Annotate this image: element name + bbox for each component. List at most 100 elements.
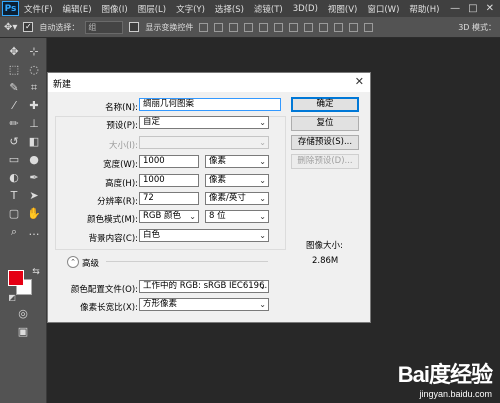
menu-view[interactable]: 视图(V) [323,3,362,15]
color-mode-value: RGB 颜色 [143,211,182,221]
pixel-aspect-ratio-value: 方形像素 [143,299,178,309]
reset-button[interactable]: 复位 [291,116,359,131]
align-middle-icon[interactable] [214,22,224,32]
color-mode-dropdown[interactable]: RGB 颜色 ⌄ [139,210,199,223]
chevron-down-icon: ⌄ [259,138,266,147]
save-preset-button[interactable]: 存储预设(S)... [291,135,359,150]
rectangle-tool-icon[interactable]: ▢ [6,206,22,222]
align-top-icon[interactable] [199,22,209,32]
menu-3d[interactable]: 3D(D) [288,4,323,14]
menu-image[interactable]: 图像(I) [97,3,133,15]
auto-select-checkbox[interactable]: ✓ [23,22,34,32]
width-unit-dropdown[interactable]: 像素 ⌄ [205,155,269,168]
dialog-titlebar: 新建 ✕ [48,73,370,92]
distribute-middle-icon[interactable] [304,22,314,32]
name-input[interactable]: 绸丽几何图案 [139,98,281,111]
menu-edit[interactable]: 编辑(E) [58,3,97,15]
clone-stamp-tool-icon[interactable]: ⊥ [26,116,42,132]
width-input[interactable]: 1000 [139,155,199,168]
crop-tool-icon[interactable]: ⌗ [26,80,42,96]
preset-label: 预设(P): [106,121,138,131]
bit-depth-dropdown[interactable]: 8 位 ⌄ [205,210,269,223]
height-unit-dropdown[interactable]: 像素 ⌄ [205,174,269,187]
image-size-value: 2.86M [312,256,339,266]
color-profile-dropdown[interactable]: 工作中的 RGB: sRGB IEC6196... ⌄ [139,280,269,293]
healing-brush-tool-icon[interactable]: ✚ [26,98,42,114]
menu-file[interactable]: 文件(F) [19,3,58,15]
distribute-bottom-icon[interactable] [319,22,329,32]
more-tools-icon[interactable]: … [26,224,42,240]
resolution-unit-dropdown[interactable]: 像素/英寸 ⌄ [205,192,269,205]
menu-bar: Ps 文件(F) 编辑(E) 图像(I) 图层(L) 文字(Y) 选择(S) 滤… [0,0,500,17]
advanced-toggle-icon[interactable]: ⌃ [67,256,79,268]
type-tool-icon[interactable]: T [6,188,22,204]
chevron-down-icon: ⌄ [259,118,266,127]
maximize-icon[interactable]: □ [468,3,477,14]
resolution-input[interactable]: 72 [139,192,199,205]
marquee-tool-icon[interactable]: ⬚ [6,62,22,78]
width-unit-value: 像素 [209,156,227,166]
swap-colors-icon[interactable]: ⇆ [28,264,44,280]
distribute-left-icon[interactable] [334,22,344,32]
artboard-tool-icon[interactable]: ⊹ [26,44,42,60]
preset-dropdown[interactable]: 自定 ⌄ [139,116,269,129]
close-icon[interactable]: ✕ [486,3,494,14]
background-contents-dropdown[interactable]: 白色 ⌄ [139,229,269,242]
foreground-color-swatch[interactable] [8,270,24,286]
distribute-right-icon[interactable] [364,22,374,32]
quick-select-tool-icon[interactable]: ✎ [6,80,22,96]
height-unit-value: 像素 [209,175,227,185]
resolution-unit-value: 像素/英寸 [209,193,246,203]
menu-filter[interactable]: 滤镜(T) [249,3,288,15]
options-bar: ✥▾ ✓ 自动选择： 组 显示变换控件 3D 模式： [0,17,500,38]
history-brush-tool-icon[interactable]: ↺ [6,134,22,150]
menu-layer[interactable]: 图层(L) [133,3,171,15]
align-bottom-icon[interactable] [229,22,239,32]
align-left-icon[interactable] [244,22,254,32]
new-document-dialog: 新建 ✕ 名称(N): 绸丽几何图案 预设(P): 自定 ⌄ 大小(I): ⌄ … [47,72,371,323]
eraser-tool-icon[interactable]: ◧ [26,134,42,150]
eyedropper-tool-icon[interactable]: ⁄ [6,98,22,114]
move-tool-preset-icon[interactable]: ✥▾ [4,22,17,33]
advanced-label: 高级 [82,259,100,269]
background-contents-value: 白色 [143,230,161,240]
brush-tool-icon[interactable]: ✏ [6,116,22,132]
tools-panel: ✥ ⊹ ⬚ ◌ ✎ ⌗ ⁄ ✚ ✏ ⊥ ↺ ◧ ▭ ● ◐ ✒ T ➤ ▢ ✋ … [0,38,47,403]
show-transform-label: 显示变换控件 [145,22,194,32]
background-contents-label: 背景内容(C): [88,234,138,244]
size-dropdown: ⌄ [139,136,269,149]
height-input[interactable]: 1000 [139,174,199,187]
dialog-close-icon[interactable]: ✕ [355,75,364,88]
distribute-top-icon[interactable] [289,22,299,32]
gradient-tool-icon[interactable]: ▭ [6,152,22,168]
menu-select[interactable]: 选择(S) [210,3,249,15]
pen-tool-icon[interactable]: ✒ [26,170,42,186]
menu-help[interactable]: 帮助(H) [404,3,444,15]
default-colors-icon[interactable]: ◩ [4,290,20,306]
show-transform-checkbox[interactable] [129,22,140,32]
quick-mask-icon[interactable]: ◎ [15,306,31,322]
blur-tool-icon[interactable]: ● [26,152,42,168]
auto-select-dropdown[interactable]: 组 [85,20,124,34]
distribute-center-icon[interactable] [349,22,359,32]
pixel-aspect-ratio-dropdown[interactable]: 方形像素 ⌄ [139,298,269,311]
chevron-down-icon: ⌄ [189,212,196,221]
image-size-label: 图像大小: [306,241,343,251]
resolution-label: 分辨率(R): [97,197,138,207]
screen-mode-icon[interactable]: ▣ [15,324,31,340]
pixel-aspect-ratio-label: 像素长宽比(X): [80,303,138,313]
ok-button[interactable]: 确定 [291,97,359,112]
hand-tool-icon[interactable]: ✋ [26,206,42,222]
window-controls: — □ ✕ [450,3,500,14]
dodge-tool-icon[interactable]: ◐ [6,170,22,186]
menu-type[interactable]: 文字(Y) [171,3,210,15]
align-center-icon[interactable] [259,22,269,32]
size-label: 大小(I): [108,141,138,151]
menu-window[interactable]: 窗口(W) [362,3,404,15]
path-select-tool-icon[interactable]: ➤ [26,188,42,204]
zoom-tool-icon[interactable]: ⌕ [6,224,22,240]
align-right-icon[interactable] [274,22,284,32]
minimize-icon[interactable]: — [450,3,460,14]
move-tool-icon[interactable]: ✥ [6,44,22,60]
lasso-tool-icon[interactable]: ◌ [26,62,42,78]
